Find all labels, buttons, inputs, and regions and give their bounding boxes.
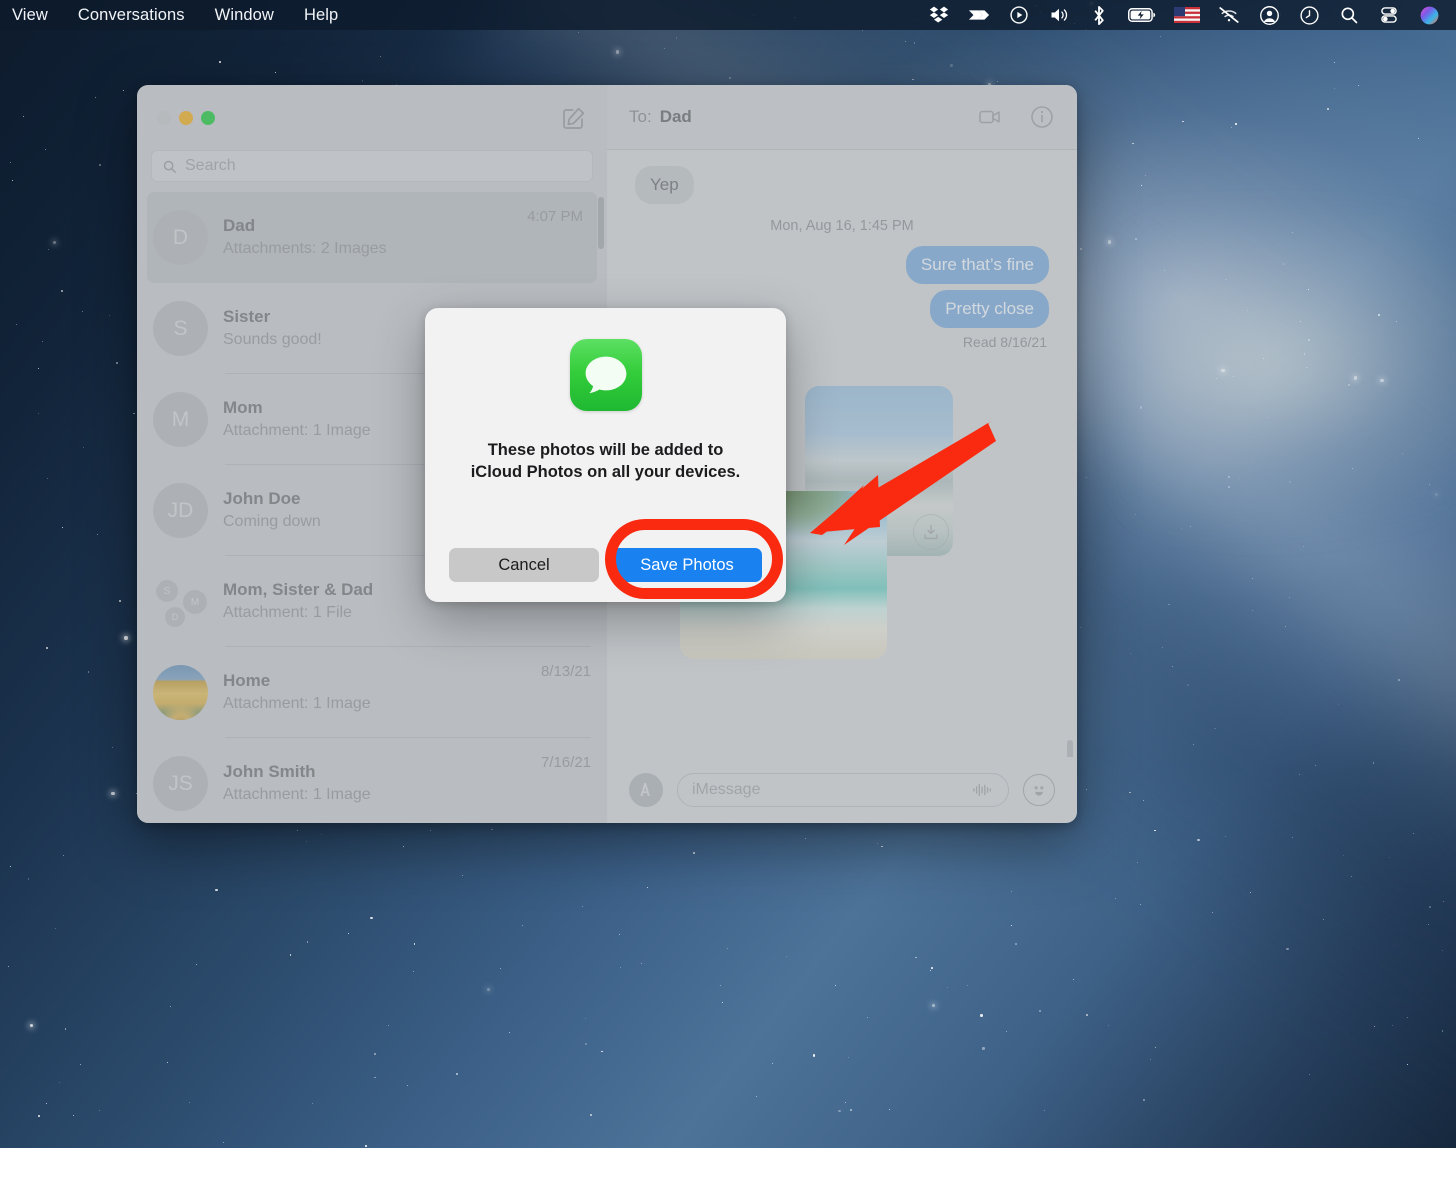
message-row: Yep	[635, 166, 1049, 204]
avatar-photo-sunflower	[153, 665, 208, 720]
sidebar-scrollbar[interactable]	[598, 197, 604, 249]
emoji-smiley-icon[interactable]	[1023, 774, 1055, 806]
imessage-input[interactable]: iMessage	[677, 773, 1009, 807]
menu-item-window[interactable]: Window	[215, 6, 290, 25]
message-row: Sure that’s fine	[635, 246, 1049, 284]
menu-bar: View Conversations Window Help	[0, 0, 1456, 30]
avatar: JS	[153, 756, 208, 811]
dropbox-icon[interactable]	[928, 4, 950, 26]
thread-actions	[977, 104, 1055, 130]
minimize-button[interactable]	[179, 111, 193, 125]
conversation-name: Home	[223, 670, 541, 693]
audio-waveform-icon[interactable]	[972, 781, 994, 799]
search-placeholder: Search	[185, 157, 236, 175]
bottom-white-strip	[0, 1148, 1456, 1177]
avatar-initials: D	[173, 226, 188, 250]
siri-icon[interactable]	[1418, 4, 1440, 26]
thread-scrollbar[interactable]	[1067, 740, 1073, 757]
compose-icon[interactable]	[561, 105, 587, 131]
group-avatar-initial-2: M	[183, 590, 207, 614]
thread-timestamp: Mon, Aug 16, 1:45 PM	[635, 218, 1049, 234]
volume-icon[interactable]	[1048, 4, 1070, 26]
menu-item-help[interactable]: Help	[304, 6, 354, 25]
conversation-preview: Attachment: 1 Image	[223, 784, 541, 806]
maximize-button[interactable]	[201, 111, 215, 125]
imessage-placeholder: iMessage	[692, 781, 760, 799]
galaxy-core	[1140, 230, 1456, 530]
conversation-preview: Attachment: 1 File	[223, 602, 591, 624]
message-bubble-incoming[interactable]: Yep	[635, 166, 694, 204]
conversation-row-john-smith[interactable]: JS John Smith Attachment: 1 Image 7/16/2…	[139, 738, 605, 823]
search-input[interactable]: Search	[151, 150, 593, 182]
group-avatar-initial-3: D	[165, 607, 185, 627]
bluetooth-icon[interactable]	[1088, 4, 1110, 26]
search-icon[interactable]	[1338, 4, 1360, 26]
time-machine-icon[interactable]	[1298, 4, 1320, 26]
avatar: M	[153, 392, 208, 447]
wifi-off-icon[interactable]	[1218, 4, 1240, 26]
battery-charging-icon[interactable]	[1128, 4, 1156, 26]
user-account-icon[interactable]	[1258, 4, 1280, 26]
save-photos-dialog: These photos will be added to iCloud Pho…	[425, 308, 786, 602]
conversation-preview: Attachment: 1 Image	[223, 693, 541, 715]
dialog-buttons: Cancel Save Photos	[447, 548, 764, 582]
avatar: S	[153, 301, 208, 356]
close-button[interactable]	[157, 111, 171, 125]
message-bubble-outgoing[interactable]: Pretty close	[930, 290, 1049, 328]
save-photos-button[interactable]: Save Photos	[612, 548, 762, 582]
traffic-lights	[157, 111, 215, 125]
us-flag-icon[interactable]	[1174, 4, 1200, 26]
conversation-text: Dad Attachments: 2 Images	[223, 215, 527, 260]
cancel-button[interactable]: Cancel	[449, 548, 599, 582]
to-label: To:	[629, 107, 652, 127]
avatar-initials: M	[172, 408, 190, 432]
group-avatar-initial-1: S	[156, 580, 178, 602]
conversation-text: John Smith Attachment: 1 Image	[223, 761, 541, 806]
conversation-row-home[interactable]: Home Attachment: 1 Image 8/13/21	[139, 647, 605, 738]
conversation-name: John Smith	[223, 761, 541, 784]
message-bubble-outgoing[interactable]: Sure that’s fine	[906, 246, 1049, 284]
video-camera-icon[interactable]	[977, 104, 1003, 130]
menu-item-conversations[interactable]: Conversations	[78, 6, 201, 25]
menu-bar-status-area	[928, 4, 1446, 26]
info-circle-icon[interactable]	[1029, 104, 1055, 130]
control-center-icon[interactable]	[1378, 4, 1400, 26]
conversation-name: Dad	[223, 215, 527, 238]
avatar: D	[153, 210, 208, 265]
conversation-time: 4:07 PM	[527, 208, 583, 225]
search-container: Search	[137, 150, 607, 192]
messages-app-icon	[570, 339, 642, 411]
conversation-text: Home Attachment: 1 Image	[223, 670, 541, 715]
search-icon	[162, 159, 177, 174]
play-circle-icon[interactable]	[1008, 4, 1030, 26]
recipient-name[interactable]: Dad	[660, 107, 692, 127]
group-avatar: S M D	[153, 574, 208, 629]
desktop: View Conversations Window Help	[0, 0, 1456, 1177]
thread-header: To: Dad	[607, 85, 1077, 150]
conversation-time: 8/13/21	[541, 663, 591, 680]
conversation-time: 7/16/21	[541, 754, 591, 771]
menu-item-view[interactable]: View	[12, 6, 64, 25]
window-titlebar	[137, 85, 607, 150]
avatar-initials: JS	[168, 772, 193, 796]
conversation-row-dad[interactable]: D Dad Attachments: 2 Images 4:07 PM	[147, 192, 597, 283]
avatar-initials: JD	[168, 499, 194, 523]
avatar: JD	[153, 483, 208, 538]
dialog-message: These photos will be added to iCloud Pho…	[461, 439, 751, 484]
avatar-initials: S	[173, 317, 187, 341]
conversation-preview: Attachments: 2 Images	[223, 238, 527, 260]
app-store-icon[interactable]	[629, 773, 663, 807]
transfer-icon[interactable]	[968, 4, 990, 26]
compose-bar: iMessage	[607, 757, 1077, 823]
